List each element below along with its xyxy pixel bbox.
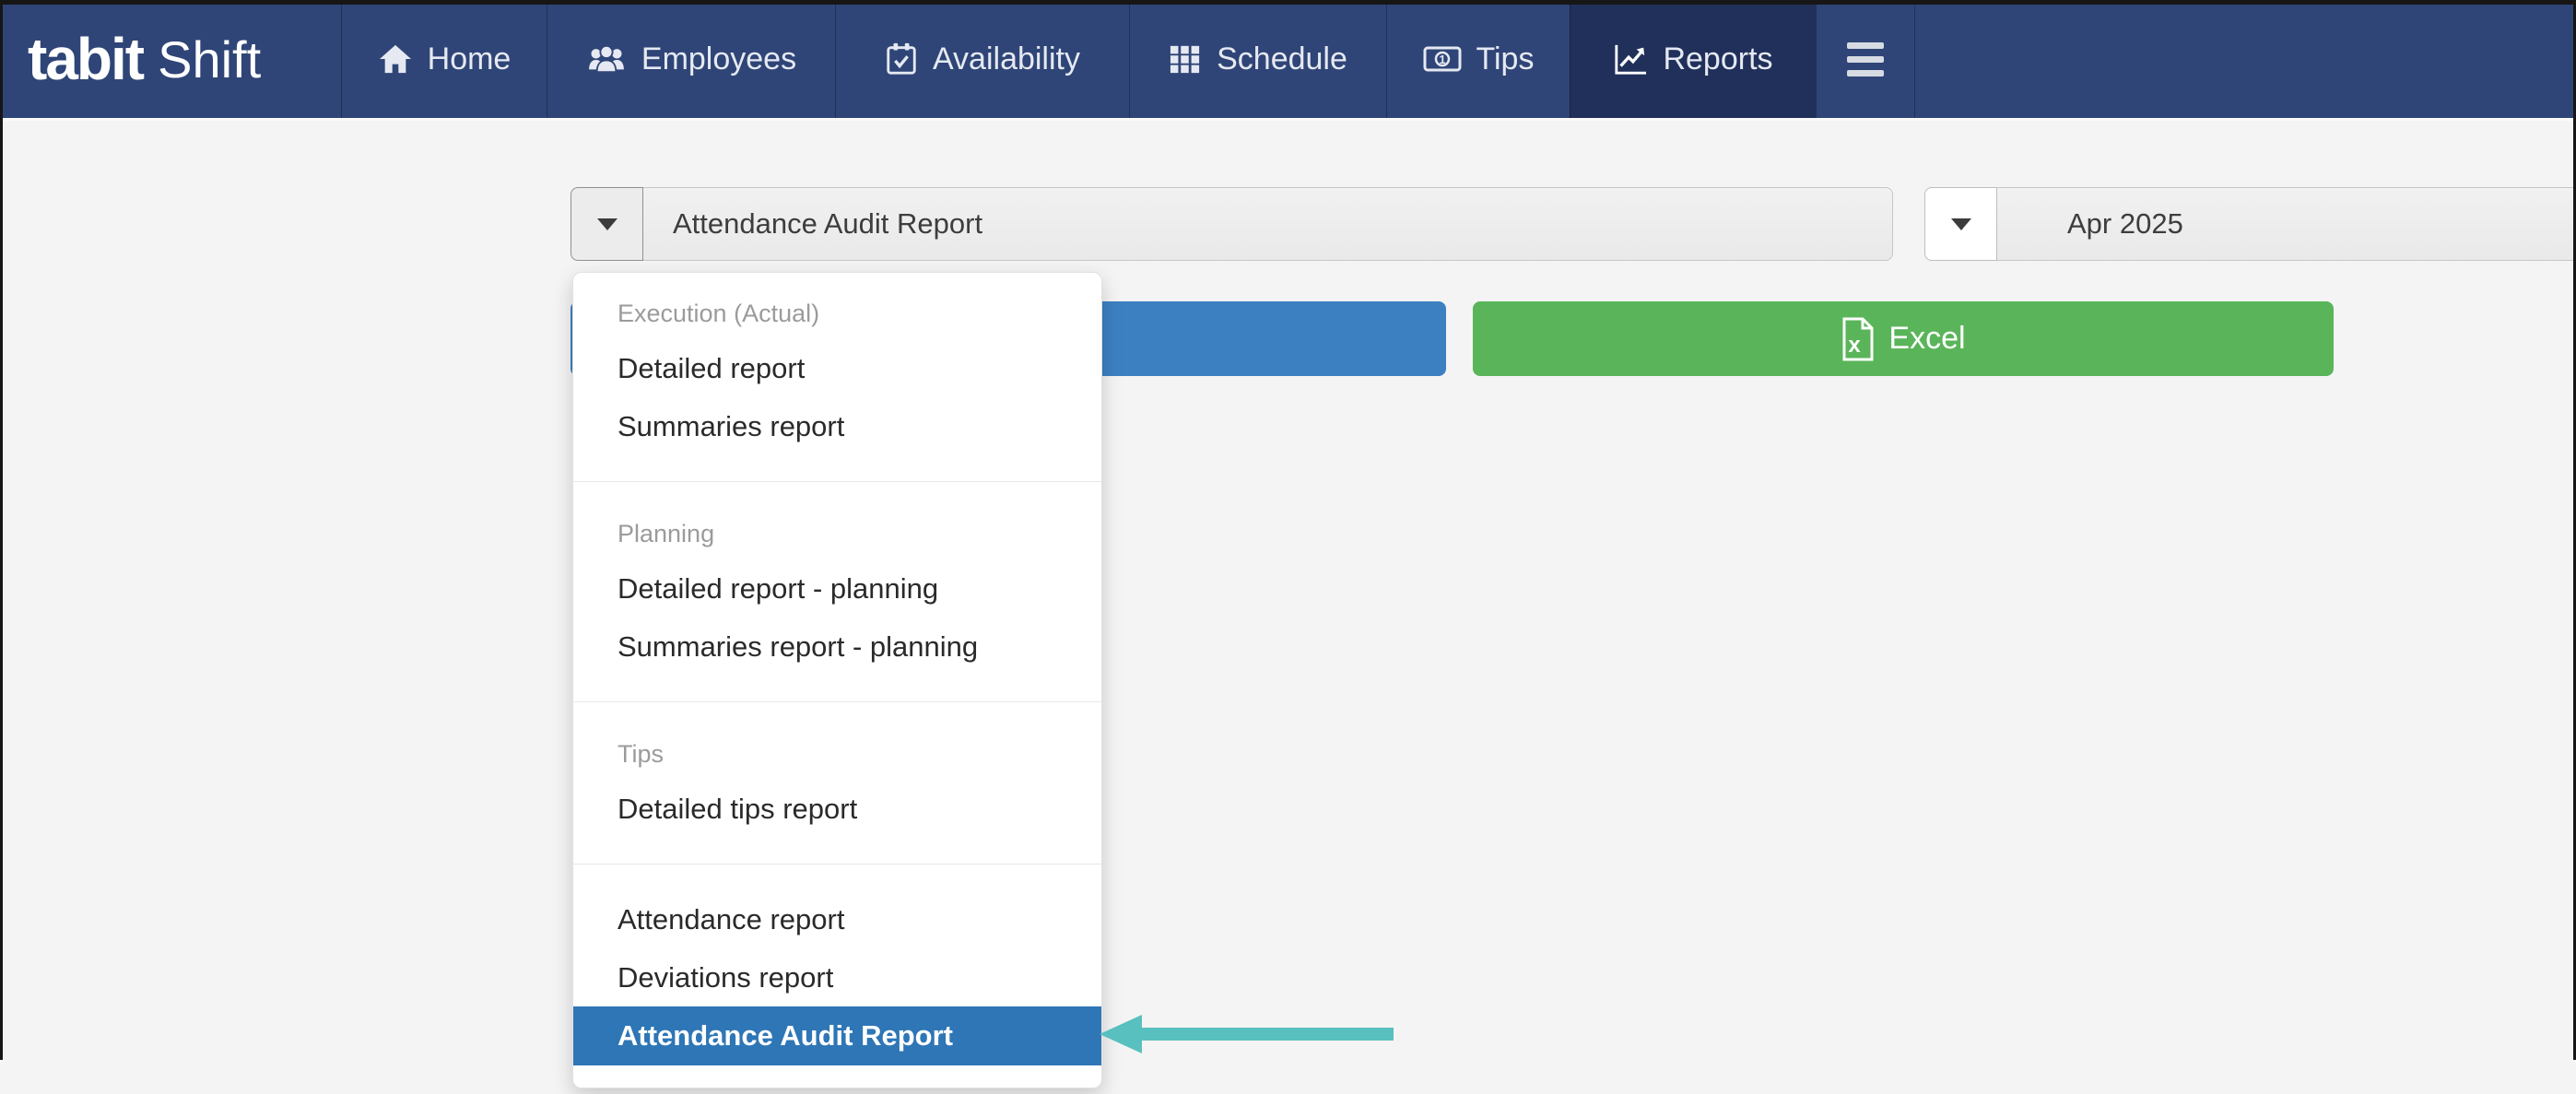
dropdown-group-header: Planning xyxy=(573,508,1101,559)
dropdown-item-attendance-audit-report[interactable]: Attendance Audit Report xyxy=(573,1006,1101,1065)
home-icon xyxy=(378,43,413,75)
month-select-caret-button[interactable] xyxy=(1924,187,1997,261)
dropdown-divider xyxy=(573,864,1101,865)
top-navbar: tabit Shift Home Employees Availability xyxy=(0,0,2576,121)
svg-text:x: x xyxy=(1849,333,1862,358)
dropdown-item-attendance-report[interactable]: Attendance report xyxy=(573,890,1101,948)
screenshot-frame xyxy=(0,0,2576,1060)
dropdown-item-detailed-report[interactable]: Detailed report xyxy=(573,339,1101,397)
brand-logo-bold: tabit xyxy=(28,25,143,93)
employees-icon xyxy=(586,43,627,75)
nav-item-label: Availability xyxy=(933,41,1080,77)
dropdown-item-detailed-tips-report[interactable]: Detailed tips report xyxy=(573,780,1101,838)
dropdown-item-detailed-report-planning[interactable]: Detailed report - planning xyxy=(573,559,1101,618)
tips-icon: 1 xyxy=(1423,44,1462,74)
excel-button-label: Excel xyxy=(1888,321,1965,357)
reports-icon xyxy=(1613,42,1648,76)
dropdown-group-header: Execution (Actual) xyxy=(573,288,1101,339)
report-select-value[interactable]: Attendance Audit Report xyxy=(643,187,1893,261)
dropdown-divider xyxy=(573,481,1101,482)
dropdown-item-deviations-report[interactable]: Deviations report xyxy=(573,948,1101,1006)
schedule-icon xyxy=(1169,43,1202,75)
nav-item-reports[interactable]: Reports xyxy=(1570,0,1816,118)
month-select[interactable]: Apr 2025 xyxy=(1924,187,2576,261)
dropdown-divider xyxy=(573,701,1101,702)
nav-item-label: Tips xyxy=(1476,41,1535,77)
availability-icon xyxy=(885,41,918,76)
nav-item-schedule[interactable]: Schedule xyxy=(1129,0,1386,118)
nav-item-label: Home xyxy=(428,41,512,77)
dropdown-item-summaries-report-planning[interactable]: Summaries report - planning xyxy=(573,618,1101,676)
nav-item-availability[interactable]: Availability xyxy=(835,0,1129,118)
annotation-arrow-left-icon xyxy=(1100,1015,1394,1053)
report-type-select[interactable]: Attendance Audit Report xyxy=(570,187,1893,261)
nav-item-tips[interactable]: 1 Tips xyxy=(1386,0,1570,118)
hamburger-icon xyxy=(1847,42,1884,76)
nav-menu-toggle[interactable] xyxy=(1816,0,1915,118)
nav-item-label: Schedule xyxy=(1217,41,1347,77)
dropdown-group-header: Tips xyxy=(573,728,1101,780)
month-select-value[interactable]: Apr 2025 xyxy=(1997,187,2576,261)
nav-item-label: Employees xyxy=(641,41,796,77)
brand-logo-light: Shift xyxy=(158,29,261,89)
nav-item-home[interactable]: Home xyxy=(341,0,547,118)
chevron-down-icon xyxy=(597,218,618,230)
report-type-dropdown-menu: Execution (Actual) Detailed report Summa… xyxy=(572,272,1102,1088)
brand-logo: tabit Shift xyxy=(28,0,261,118)
nav-item-label: Reports xyxy=(1663,41,1772,77)
nav-item-employees[interactable]: Employees xyxy=(547,0,835,118)
excel-file-icon: x xyxy=(1841,317,1876,361)
svg-text:1: 1 xyxy=(1439,53,1445,66)
report-select-caret-button[interactable] xyxy=(570,187,643,261)
dropdown-item-summaries-report[interactable]: Summaries report xyxy=(573,397,1101,455)
excel-export-button[interactable]: x Excel xyxy=(1473,301,2334,376)
chevron-down-icon xyxy=(1951,218,1971,230)
